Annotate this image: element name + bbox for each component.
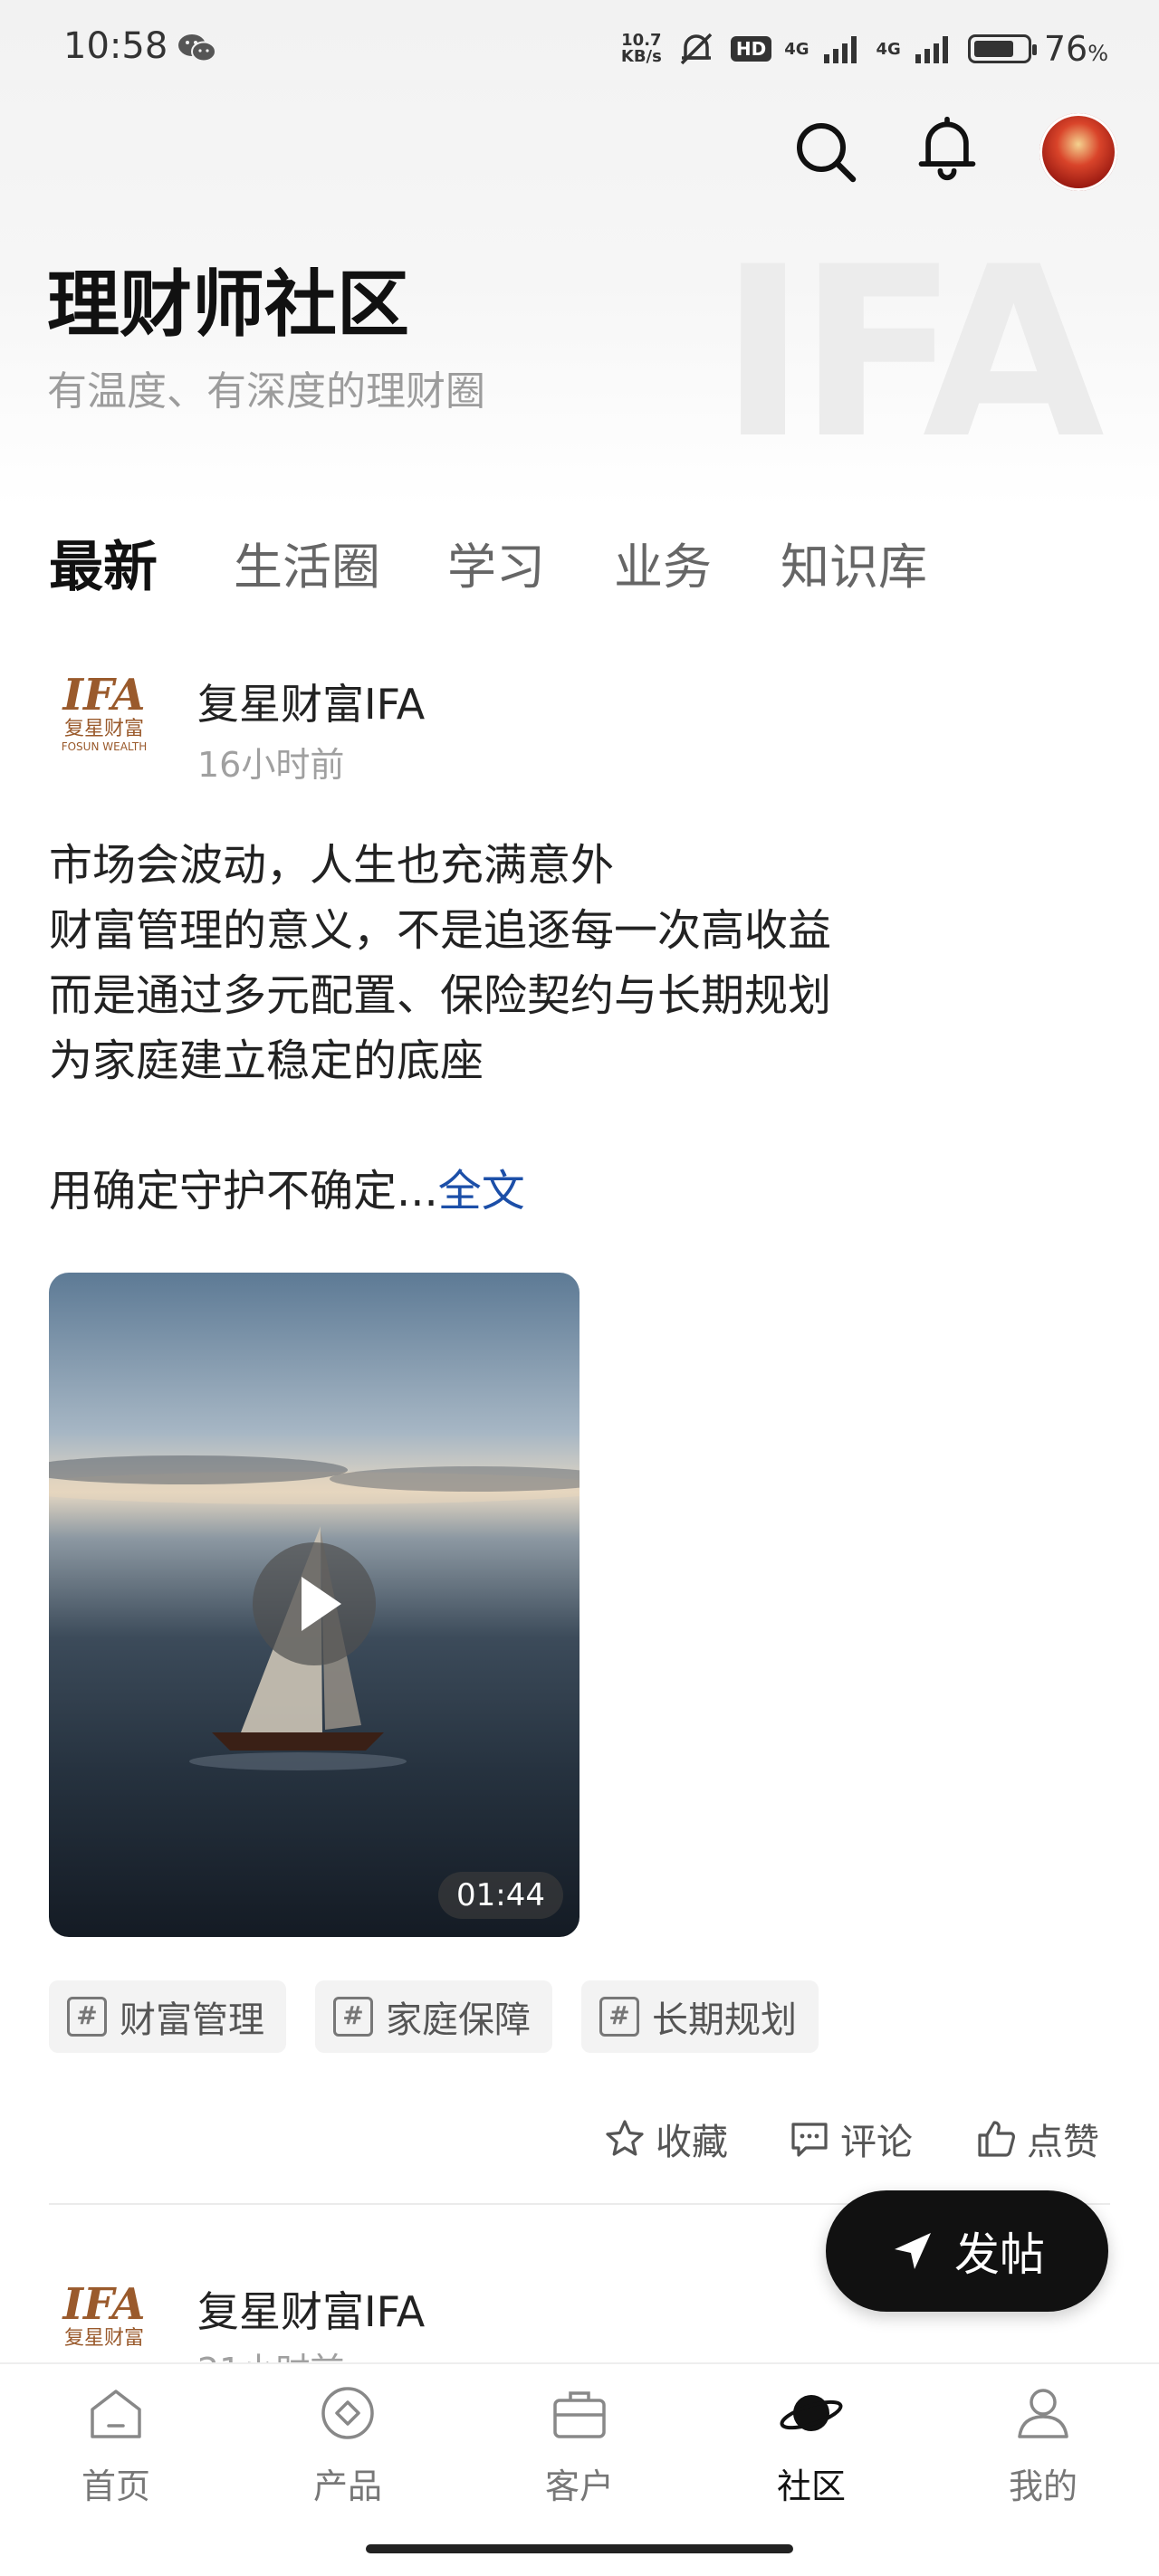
page-title: 理财师社区 <box>47 262 409 347</box>
battery-percent-value: 76 <box>1043 29 1088 69</box>
post-author[interactable]: 复星财富IFA <box>197 2279 425 2339</box>
battery-percent: 76% <box>1043 29 1108 69</box>
post-line: 而是通过多元配置、保险契约与长期规划 <box>49 970 832 1021</box>
tab-life[interactable]: 生活圈 <box>234 527 380 598</box>
network-speed: 10.7 KB/s <box>621 33 662 65</box>
signal-icon-2 <box>915 36 948 63</box>
comment-icon <box>791 2123 828 2157</box>
logo-mark: IFA <box>62 2281 146 2330</box>
tab-knowledge[interactable]: 知识库 <box>781 527 927 598</box>
logo-en: FOSUN WEALTH <box>61 740 148 753</box>
brand-watermark: IFA <box>719 217 1105 491</box>
post-line: 财富管理的意义，不是追逐每一次高收益 <box>49 905 832 956</box>
user-icon <box>1018 2389 1068 2438</box>
logo-cn: 复星财富 <box>63 2327 144 2350</box>
post-video[interactable]: 01:44 <box>49 1273 580 1937</box>
tab-latest[interactable]: 最新 <box>49 523 158 602</box>
status-time: 10:58 <box>63 25 168 67</box>
tab-business[interactable]: 业务 <box>614 527 712 598</box>
nav-mine[interactable]: 我的 <box>971 2380 1116 2508</box>
create-post-button[interactable]: 发帖 <box>826 2190 1108 2312</box>
nav-label: 首页 <box>81 2466 150 2506</box>
comment-button[interactable]: 评论 <box>788 2113 913 2165</box>
network-type-1: 4G <box>784 39 809 59</box>
nav-home[interactable]: 首页 <box>43 2380 188 2508</box>
tab-study[interactable]: 学习 <box>447 527 545 598</box>
favorite-label: 收藏 <box>656 2122 728 2163</box>
tag-chip[interactable]: # 财富管理 <box>49 1980 286 2053</box>
tag-chip[interactable]: # 家庭保障 <box>315 1980 552 2053</box>
like-label: 点赞 <box>1027 2122 1099 2163</box>
create-post-label: 发帖 <box>954 2228 1045 2281</box>
tag-label: 家庭保障 <box>386 1999 531 2041</box>
user-avatar[interactable] <box>1039 113 1117 191</box>
product-icon <box>321 2387 374 2439</box>
send-icon <box>895 2233 931 2269</box>
post-line-last: 用确定守护不确定...全文 <box>49 1159 1117 1224</box>
logo-mark: IFA <box>62 670 146 720</box>
tag-label: 长期规划 <box>652 1999 797 2041</box>
author-logo[interactable]: IFA 复星财富 FOSUN WEALTH <box>54 672 154 771</box>
post-author[interactable]: 复星财富IFA <box>197 672 425 731</box>
network-speed-unit: KB/s <box>620 47 662 66</box>
nav-label: 我的 <box>1008 2466 1078 2506</box>
nav-customer[interactable]: 客户 <box>507 2380 652 2508</box>
hashtag-icon: # <box>67 1997 107 2037</box>
battery-icon <box>967 34 1037 63</box>
favorite-button[interactable]: 收藏 <box>603 2113 728 2165</box>
planet-icon <box>780 2395 843 2431</box>
tag-chip[interactable]: # 长期规划 <box>581 1980 819 2053</box>
star-icon <box>606 2120 644 2156</box>
post-line: 为家庭建立稳定的底座 <box>49 1035 484 1086</box>
post-body[interactable]: 市场会波动，人生也充满意外 财富管理的意义，不是追逐每一次高收益 而是通过多元配… <box>49 833 1117 1224</box>
briefcase-icon <box>553 2391 606 2438</box>
hashtag-icon: # <box>333 1997 373 2037</box>
network-type-2: 4G <box>876 39 901 59</box>
nav-label: 客户 <box>544 2466 614 2506</box>
status-indicators: 10.7 KB/s HD 4G 4G 76% <box>621 22 1108 76</box>
search-icon[interactable] <box>791 118 860 186</box>
hd-badge: HD <box>730 36 772 62</box>
home-icon <box>91 2390 141 2438</box>
post-time: 16小时前 <box>197 745 345 785</box>
signal-icon-1 <box>823 36 857 63</box>
wechat-icon <box>178 34 216 62</box>
nav-label: 社区 <box>776 2466 846 2506</box>
page-subtitle: 有温度、有深度的理财圈 <box>47 368 485 415</box>
hashtag-icon: # <box>599 1997 639 2037</box>
nav-product[interactable]: 产品 <box>275 2380 420 2508</box>
like-button[interactable]: 点赞 <box>974 2113 1099 2165</box>
bell-icon[interactable] <box>913 114 982 183</box>
nav-community[interactable]: 社区 <box>739 2380 884 2508</box>
tag-label: 财富管理 <box>120 1999 264 2041</box>
play-button[interactable] <box>253 1542 376 1665</box>
read-more-link[interactable]: 全文 <box>438 1166 525 1216</box>
nav-label: 产品 <box>312 2466 382 2506</box>
logo-cn: 复星财富 <box>63 718 144 740</box>
video-duration: 01:44 <box>438 1872 563 1919</box>
post-last-line: 用确定守护不确定... <box>49 1166 438 1216</box>
battery-fill <box>973 41 1013 57</box>
author-logo[interactable]: IFA 复星财富 <box>54 2281 154 2362</box>
home-indicator[interactable] <box>366 2544 793 2553</box>
thumbs-up-icon <box>978 2121 1015 2157</box>
post-spacer <box>49 1093 1117 1159</box>
post-line: 市场会波动，人生也充满意外 <box>49 840 615 891</box>
muted-bell-icon <box>680 33 713 65</box>
comment-label: 评论 <box>840 2122 913 2163</box>
